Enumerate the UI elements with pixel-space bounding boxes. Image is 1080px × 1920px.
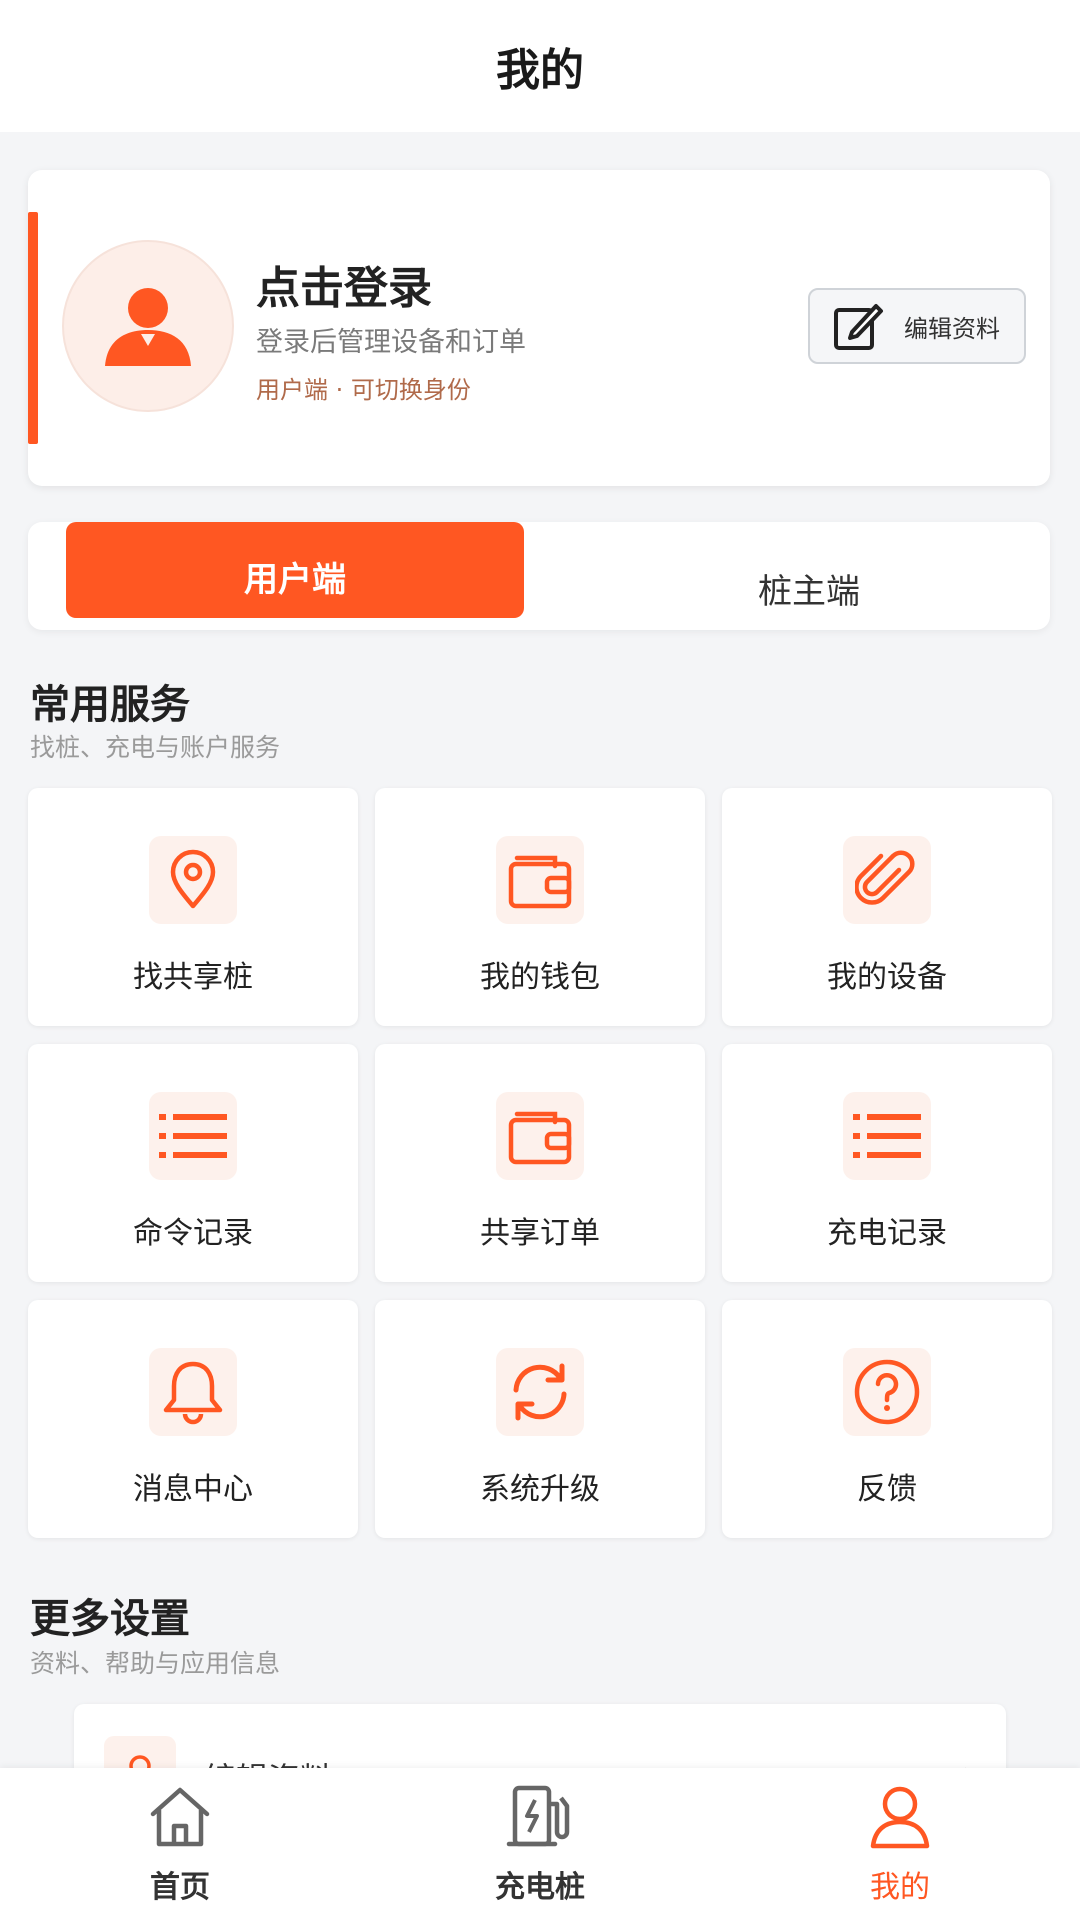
- service-wallet[interactable]: 我的钱包: [375, 788, 705, 1026]
- service-label: 命令记录: [133, 1216, 253, 1251]
- service-label: 找共享桩: [133, 960, 253, 995]
- service-devices[interactable]: 我的设备: [722, 788, 1052, 1026]
- profile-card[interactable]: 点击登录 登录后管理设备和订单 用户端 · 可切换身份 编辑资料: [28, 170, 1050, 486]
- tab-home[interactable]: 首页: [80, 1782, 280, 1912]
- tab-charging-station[interactable]: 充电桩: [440, 1782, 640, 1912]
- top-bar: 我的: [0, 0, 1080, 132]
- more-settings-subtitle: 资料、帮助与应用信息: [30, 1649, 281, 1678]
- tab-me[interactable]: 我的: [800, 1782, 1000, 1912]
- service-label: 充电记录: [827, 1216, 947, 1251]
- help-circle-icon: [854, 1359, 920, 1425]
- edit-profile-button[interactable]: 编辑资料: [808, 288, 1026, 364]
- more-settings-title: 更多设置: [30, 1596, 190, 1642]
- accent-bar: [28, 212, 38, 444]
- service-charge-records[interactable]: 充电记录: [722, 1044, 1052, 1282]
- wallet-icon: [508, 1111, 572, 1165]
- service-label: 系统升级: [480, 1472, 600, 1507]
- location-pin-icon: [170, 849, 216, 909]
- service-command-log[interactable]: 命令记录: [28, 1044, 358, 1282]
- tab-user[interactable]: 用户端: [66, 522, 524, 618]
- login-title[interactable]: 点击登录: [256, 252, 432, 316]
- services-title: 常用服务: [30, 682, 190, 728]
- home-icon: [150, 1787, 210, 1847]
- service-feedback[interactable]: 反馈: [722, 1300, 1052, 1538]
- login-subtitle: 登录后管理设备和订单: [256, 327, 526, 358]
- page-title: 我的: [496, 45, 584, 96]
- edit-icon: [834, 304, 883, 350]
- service-label: 我的设备: [827, 960, 947, 995]
- user-icon: [870, 1786, 930, 1849]
- service-system-upgrade[interactable]: 系统升级: [375, 1300, 705, 1538]
- service-find-charger[interactable]: 找共享桩: [28, 788, 358, 1026]
- list-icon: [853, 1114, 921, 1158]
- user-avatar-icon: [105, 288, 191, 366]
- avatar[interactable]: [62, 240, 234, 412]
- tab-label: 充电桩: [495, 1870, 585, 1905]
- paperclip-icon: [855, 850, 915, 905]
- charging-station-icon: [506, 1785, 570, 1847]
- service-label: 反馈: [857, 1472, 917, 1507]
- service-label: 我的钱包: [480, 960, 600, 995]
- refresh-icon: [513, 1363, 567, 1421]
- role-text: 用户端 · 可切换身份: [256, 376, 471, 404]
- edit-profile-label: 编辑资料: [904, 314, 1000, 343]
- bottom-tab-bar: 首页 充电桩 我的: [0, 1768, 1080, 1920]
- role-switch: 用户端 桩主端: [28, 522, 1050, 630]
- tab-label: 首页: [150, 1870, 210, 1905]
- wallet-icon: [508, 855, 572, 909]
- service-messages[interactable]: 消息中心: [28, 1300, 358, 1538]
- tab-owner[interactable]: 桩主端: [568, 522, 1050, 630]
- services-subtitle: 找桩、充电与账户服务: [30, 733, 281, 762]
- list-icon: [159, 1114, 227, 1158]
- service-label: 共享订单: [480, 1216, 600, 1251]
- service-label: 消息中心: [133, 1472, 253, 1507]
- bell-icon: [163, 1361, 223, 1425]
- service-shared-orders[interactable]: 共享订单: [375, 1044, 705, 1282]
- tab-label: 我的: [870, 1870, 930, 1905]
